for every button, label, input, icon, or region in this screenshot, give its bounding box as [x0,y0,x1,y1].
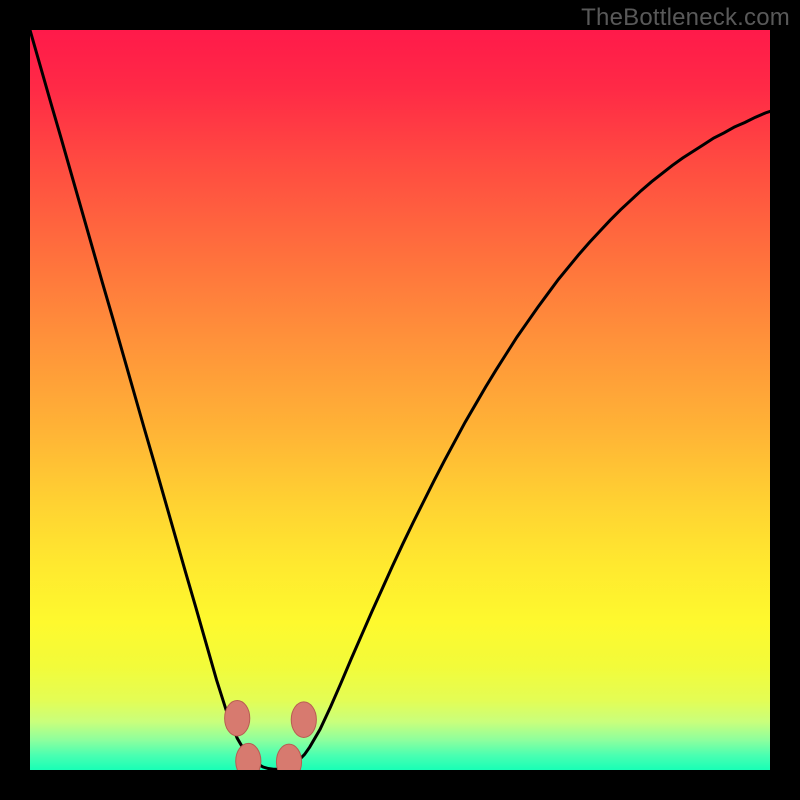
curve-dot [225,700,250,736]
chart-frame: TheBottleneck.com [0,0,800,800]
bottleneck-plot [30,30,770,770]
curve-dot [291,702,316,738]
watermark-text: TheBottleneck.com [581,4,790,32]
plot-background [30,30,770,770]
